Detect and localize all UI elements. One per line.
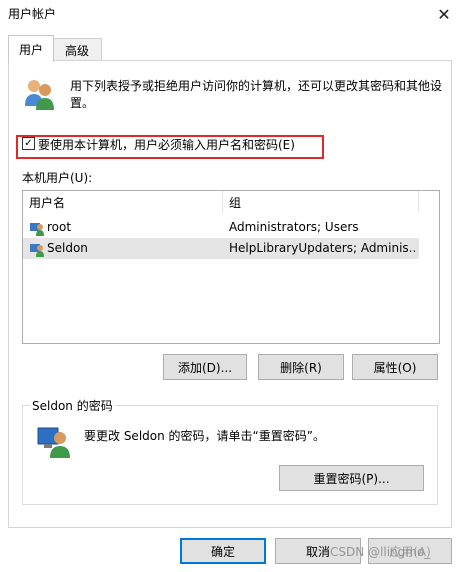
username-cell: Seldon xyxy=(47,241,88,255)
username-cell: root xyxy=(47,220,72,234)
table-row[interactable]: Seldon HelpLibraryUpdaters; Adminis... xyxy=(23,238,419,259)
local-users-label: 本机用户(U): xyxy=(22,171,93,185)
add-user-button[interactable]: 添加(D)... xyxy=(163,354,247,380)
description-text: 用下列表授予或拒绝用户访问你的计算机，还可以更改其密码和其他设置。 xyxy=(70,79,443,110)
require-password-label[interactable]: 要使用本计算机，用户必须输入用户名和密码(E) xyxy=(38,136,295,153)
password-description: 要更改 Seldon 的密码，请单击“重置密码”。 xyxy=(84,429,325,443)
column-header-group[interactable]: 组 xyxy=(223,191,419,213)
watermark-text: CSDN @llingmo_ xyxy=(330,545,431,559)
user-icon xyxy=(30,223,44,236)
remove-user-button[interactable]: 删除(R) xyxy=(258,354,344,380)
group-cell: HelpLibraryUpdaters; Adminis... xyxy=(229,241,415,255)
ok-button[interactable]: 确定 xyxy=(180,538,266,564)
user-password-icon xyxy=(37,427,70,458)
tab-users[interactable]: 用户 xyxy=(8,35,54,62)
users-icon xyxy=(25,80,54,110)
table-row[interactable]: root Administrators; Users xyxy=(23,217,419,238)
properties-button[interactable]: 属性(O) xyxy=(352,354,438,380)
check-mark-icon: ✓ xyxy=(24,138,33,149)
reset-password-button[interactable]: 重置密码(P)... xyxy=(279,465,424,491)
close-button[interactable]: ✕ xyxy=(430,0,458,28)
close-icon: ✕ xyxy=(437,4,451,24)
group-cell: Administrators; Users xyxy=(229,220,359,234)
password-group-title: Seldon 的密码 xyxy=(30,397,115,414)
title-bar xyxy=(0,0,458,28)
user-icon xyxy=(30,244,44,257)
users-list[interactable]: 用户名 组 root Administrators; Users Seldon … xyxy=(22,190,440,344)
tab-advanced[interactable]: 高级 xyxy=(52,38,102,61)
window-title: 用户帐户 xyxy=(8,7,57,21)
column-header-username[interactable]: 用户名 xyxy=(23,191,223,213)
require-password-checkbox[interactable]: ✓ xyxy=(22,137,35,150)
